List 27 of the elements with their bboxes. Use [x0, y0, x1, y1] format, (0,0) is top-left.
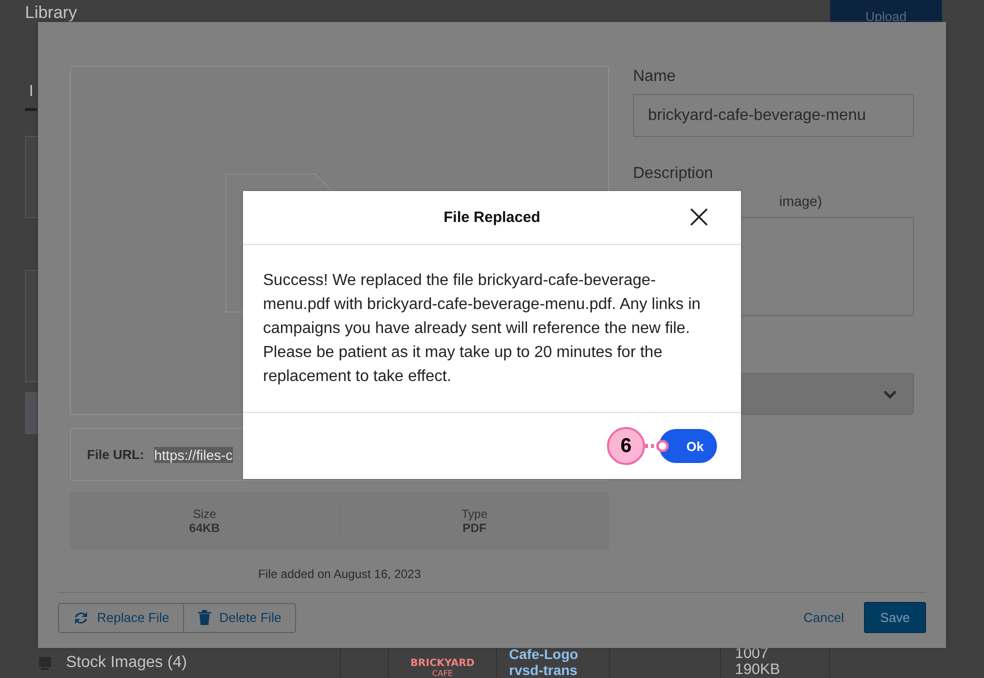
description-hint: image)	[779, 193, 822, 209]
description-label: Description	[633, 165, 714, 183]
detail-label: Size	[192, 507, 216, 521]
callout-connector	[645, 440, 669, 452]
save-button[interactable]: Save	[864, 602, 926, 633]
cancel-button[interactable]: Cancel	[804, 610, 844, 625]
dialog-message: Success! We replaced the file brickyard-cafe-beverage-menu.pdf with brickyard-cafe-beverage-menu.pdf. Any links in campaigns you have already sent will reference the new file. Please be patient as it may take up to 20 minutes for the replacement to take effect.	[263, 271, 702, 387]
swap-arrows-icon	[73, 610, 89, 624]
sidebar-item[interactable]: Stock Images (4)	[0, 648, 340, 678]
page-title: Library	[25, 4, 77, 22]
name-field[interactable]: brickyard-cafe-beverage-menu	[633, 94, 914, 137]
trash-icon	[198, 610, 212, 625]
file-action-button[interactable]: Replace File	[58, 602, 184, 632]
name-label: Name	[633, 68, 676, 86]
file-name-link[interactable]: rvsd-trans	[509, 662, 609, 678]
detail-value: PDF	[462, 521, 486, 535]
dialog-title: File Replaced	[444, 209, 540, 226]
file-name-link[interactable]: Cafe-Logo	[509, 646, 609, 662]
chevron-down-icon	[883, 390, 897, 398]
close-button[interactable]	[690, 208, 708, 226]
ok-button[interactable]: Ok	[659, 429, 717, 463]
added-date: File added on August 16, 2023	[257, 567, 422, 581]
file-action-button[interactable]: Delete File	[184, 602, 296, 632]
detail-label: Type	[461, 507, 488, 521]
file-url[interactable]: https://files-c	[154, 446, 233, 462]
detail-value: 64KB	[189, 521, 220, 535]
step-number-badge: 6	[607, 427, 645, 465]
